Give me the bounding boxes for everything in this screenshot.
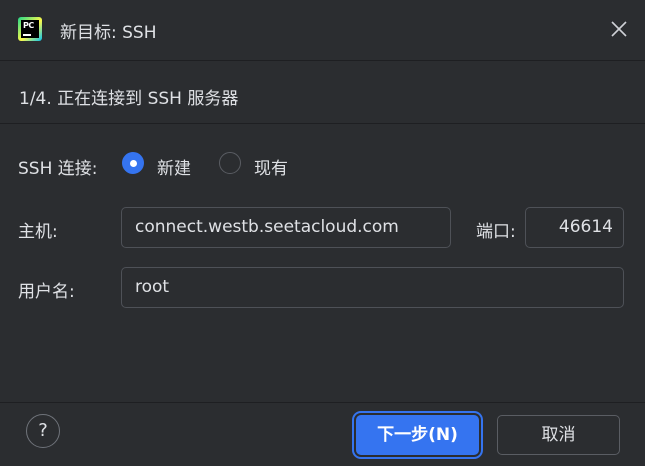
username-input[interactable]: root <box>121 267 624 308</box>
pycharm-logo-icon: PC <box>18 17 42 41</box>
radio-new[interactable] <box>122 152 144 174</box>
dialog-title: 新目标: SSH <box>60 23 157 43</box>
footer-divider <box>0 402 645 403</box>
host-label: 主机: <box>18 222 58 242</box>
help-button[interactable]: ? <box>26 414 60 448</box>
username-label: 用户名: <box>18 282 75 302</box>
close-icon <box>611 21 627 37</box>
port-label: 端口: <box>476 222 516 242</box>
step-divider <box>0 123 645 124</box>
step-heading: 1/4. 正在连接到 SSH 服务器 <box>19 89 239 109</box>
host-input[interactable]: connect.westb.seetacloud.com <box>121 207 451 248</box>
title-divider <box>0 60 645 61</box>
cancel-button[interactable]: 取消 <box>497 415 620 455</box>
ssh-connection-label: SSH 连接: <box>18 159 98 179</box>
port-input[interactable]: 46614 <box>525 207 624 248</box>
radio-existing[interactable] <box>219 152 241 174</box>
next-button[interactable]: 下一步(N) <box>356 415 479 455</box>
logo-text: PC <box>23 21 34 30</box>
radio-new-label[interactable]: 新建 <box>157 154 191 179</box>
close-button[interactable] <box>606 16 632 42</box>
title-bar: PC 新目标: SSH <box>0 0 645 60</box>
radio-existing-label[interactable]: 现有 <box>254 154 288 179</box>
help-icon: ? <box>38 420 48 441</box>
